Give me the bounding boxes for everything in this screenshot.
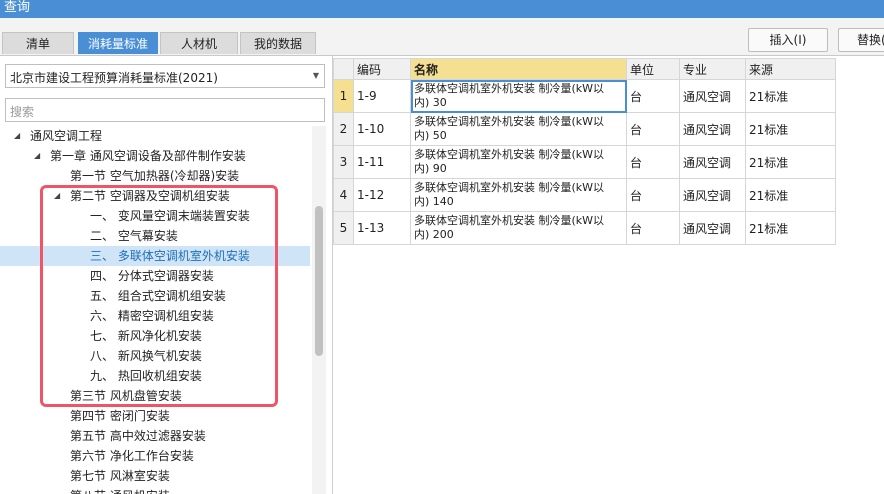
- cell-name-line1: 多联体空调机室外机安装 制冷量(kW以: [414, 181, 605, 194]
- tab-my-data[interactable]: 我的数据: [240, 32, 316, 54]
- row-number: 3: [333, 145, 354, 179]
- cell-name[interactable]: 多联体空调机室外机安装 制冷量(kW以 内) 90: [410, 145, 627, 179]
- cell-unit[interactable]: 台: [626, 145, 680, 179]
- tree-node[interactable]: 第五节 高中效过滤器安装: [0, 426, 310, 446]
- cell-source[interactable]: 21标准: [745, 79, 836, 113]
- cell-name-line2: 内) 200: [414, 228, 454, 241]
- expand-arrow-icon[interactable]: ◢: [14, 126, 20, 146]
- cell-code[interactable]: 1-13: [353, 211, 411, 245]
- insert-button[interactable]: 插入(I): [748, 28, 828, 52]
- row-number: 2: [333, 112, 354, 146]
- tab-qingdan[interactable]: 清单: [2, 32, 74, 54]
- tree-node-label: 第四节 密闭门安装: [70, 409, 170, 423]
- cell-name-line2: 内) 140: [414, 195, 454, 208]
- tree-node[interactable]: ◢ 通风空调工程: [0, 126, 310, 146]
- right-pane: 编码 名称 单位 专业 来源 1 1-9 多联体空调机室外机安装 制冷量(kW以…: [333, 56, 884, 494]
- tree-node-label: 通风空调工程: [30, 129, 103, 143]
- cell-name-line2: 内) 30: [414, 96, 447, 109]
- tree-node-label: 第八节 通风机安装: [70, 486, 170, 494]
- row-number: 1: [333, 79, 354, 113]
- table-row[interactable]: 4 1-12 多联体空调机室外机安装 制冷量(kW以 内) 140 台 通风空调…: [333, 178, 836, 212]
- highlight-annotation-box: [40, 185, 278, 407]
- tree-node[interactable]: 第四节 密闭门安装: [0, 406, 310, 426]
- tree-node[interactable]: 第七节 风淋室安装: [0, 466, 310, 486]
- tab-consumption-standard[interactable]: 消耗量标准: [78, 32, 158, 54]
- cell-name-line2: 内) 50: [414, 129, 447, 142]
- row-number: 5: [333, 211, 354, 245]
- cell-source[interactable]: 21标准: [745, 112, 836, 146]
- search-placeholder: 搜索: [10, 105, 35, 119]
- tree-node-label: 第一节 空气加热器(冷却器)安装: [70, 169, 240, 183]
- cell-major[interactable]: 通风空调: [679, 145, 746, 179]
- window-titlebar: 查询: [0, 0, 884, 18]
- cell-major[interactable]: 通风空调: [679, 79, 746, 113]
- header-major[interactable]: 专业: [679, 58, 746, 80]
- cell-unit[interactable]: 台: [626, 112, 680, 146]
- table-row[interactable]: 1 1-9 多联体空调机室外机安装 制冷量(kW以 内) 30 台 通风空调 2…: [333, 79, 836, 113]
- tree-node[interactable]: 第一节 空气加热器(冷却器)安装: [0, 166, 310, 186]
- replace-button[interactable]: 替换(: [838, 28, 884, 52]
- cell-unit[interactable]: 台: [626, 211, 680, 245]
- cell-name[interactable]: 多联体空调机室外机安装 制冷量(kW以 内) 140: [410, 178, 627, 212]
- search-input[interactable]: 搜索: [5, 98, 325, 122]
- tree-node-label: 第五节 高中效过滤器安装: [70, 429, 206, 443]
- tab-labor-material-machine[interactable]: 人材机: [160, 32, 238, 54]
- cell-name[interactable]: 多联体空调机室外机安装 制冷量(kW以 内) 30: [410, 79, 627, 113]
- cell-major[interactable]: 通风空调: [679, 112, 746, 146]
- window-title: 查询: [4, 0, 31, 15]
- tree-node-label: 第一章 通风空调设备及部件制作安装: [50, 149, 246, 163]
- cell-source[interactable]: 21标准: [745, 145, 836, 179]
- cell-name-line1: 多联体空调机室外机安装 制冷量(kW以: [414, 82, 605, 95]
- table-row[interactable]: 3 1-11 多联体空调机室外机安装 制冷量(kW以 内) 90 台 通风空调 …: [333, 145, 836, 179]
- tree-node[interactable]: 第六节 净化工作台安装: [0, 446, 310, 466]
- header-unit[interactable]: 单位: [626, 58, 680, 80]
- cell-source[interactable]: 21标准: [745, 178, 836, 212]
- tree-scrollbar-thumb[interactable]: [315, 206, 323, 356]
- toolbar: 清单 消耗量标准 人材机 我的数据 插入(I) 替换(: [0, 18, 884, 56]
- table-row[interactable]: 5 1-13 多联体空调机室外机安装 制冷量(kW以 内) 200 台 通风空调…: [333, 211, 836, 245]
- standard-select-value: 北京市建设工程预算消耗量标准(2021): [10, 71, 218, 85]
- tree-node-label: 第七节 风淋室安装: [70, 469, 170, 483]
- row-number: 4: [333, 178, 354, 212]
- cell-code[interactable]: 1-9: [353, 79, 411, 113]
- cell-code[interactable]: 1-12: [353, 178, 411, 212]
- cell-unit[interactable]: 台: [626, 178, 680, 212]
- cell-major[interactable]: 通风空调: [679, 211, 746, 245]
- cell-name-line1: 多联体空调机室外机安装 制冷量(kW以: [414, 214, 605, 227]
- cell-name-line1: 多联体空调机室外机安装 制冷量(kW以: [414, 115, 605, 128]
- cell-code[interactable]: 1-10: [353, 112, 411, 146]
- cell-code[interactable]: 1-11: [353, 145, 411, 179]
- table-header-row: 编码 名称 单位 专业 来源: [333, 58, 836, 80]
- cell-name[interactable]: 多联体空调机室外机安装 制冷量(kW以 内) 50: [410, 112, 627, 146]
- cell-source[interactable]: 21标准: [745, 211, 836, 245]
- header-code[interactable]: 编码: [353, 58, 411, 80]
- tree-node[interactable]: ◢ 第一章 通风空调设备及部件制作安装: [0, 146, 310, 166]
- cell-name-line2: 内) 90: [414, 162, 447, 175]
- tree-node[interactable]: 第八节 通风机安装: [0, 486, 310, 494]
- cell-name[interactable]: 多联体空调机室外机安装 制冷量(kW以 内) 200: [410, 211, 627, 245]
- header-source[interactable]: 来源: [745, 58, 836, 80]
- standard-select[interactable]: 北京市建设工程预算消耗量标准(2021) ▼: [5, 64, 325, 88]
- header-name[interactable]: 名称: [410, 58, 627, 80]
- cell-unit[interactable]: 台: [626, 79, 680, 113]
- cell-name-line1: 多联体空调机室外机安装 制冷量(kW以: [414, 148, 605, 161]
- norms-table: 编码 名称 单位 专业 来源 1 1-9 多联体空调机室外机安装 制冷量(kW以…: [333, 58, 836, 245]
- header-row-number: [333, 58, 354, 80]
- tree-node-label: 第六节 净化工作台安装: [70, 449, 194, 463]
- table-row[interactable]: 2 1-10 多联体空调机室外机安装 制冷量(kW以 内) 50 台 通风空调 …: [333, 112, 836, 146]
- expand-arrow-icon[interactable]: ◢: [34, 146, 40, 166]
- chevron-down-icon[interactable]: ▼: [313, 71, 319, 80]
- cell-major[interactable]: 通风空调: [679, 178, 746, 212]
